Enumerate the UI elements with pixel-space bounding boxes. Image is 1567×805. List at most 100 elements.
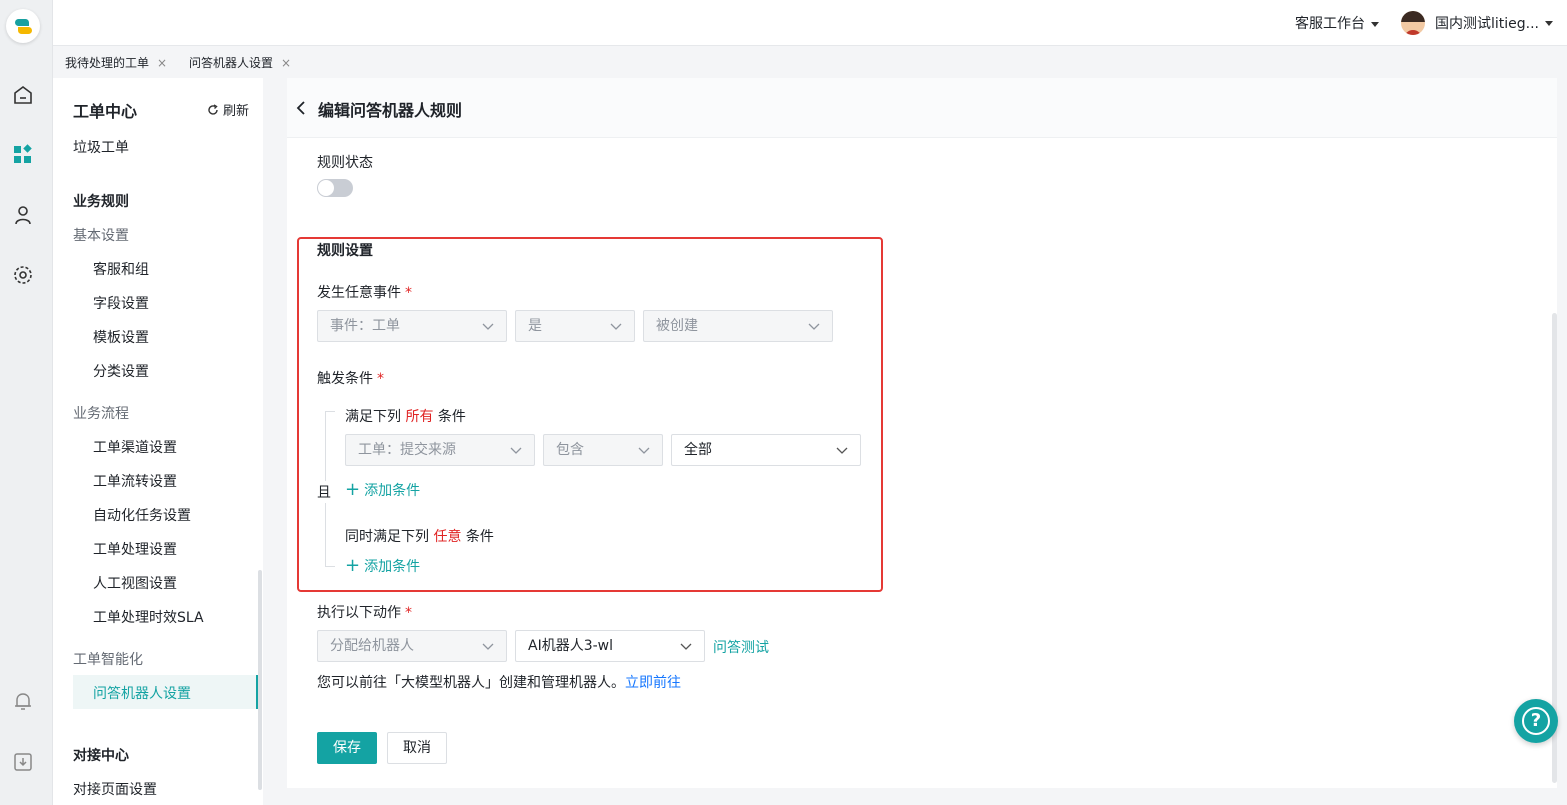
condition-field-select[interactable]: 工单：提交来源 [345,434,535,466]
close-icon[interactable]: × [281,56,291,70]
chevron-down-icon [482,323,494,330]
help-button[interactable]: ? [1514,699,1558,743]
sidebar-item-dock-page[interactable]: 对接页面设置 [73,779,157,799]
tab-qa-robot-settings[interactable]: 问答机器人设置 × [189,54,291,71]
sidebar-section-dock: 对接中心 [73,748,129,764]
action-label: 执行以下动作 * [317,602,412,622]
event-action-select[interactable]: 被创建 [643,310,833,342]
home-icon[interactable] [12,84,34,106]
refresh-icon [208,103,218,115]
action-label-text: 执行以下动作 [317,605,401,621]
avatar [1400,11,1425,35]
sidebar-scrollbar[interactable] [258,570,262,790]
back-arrow-icon[interactable] [293,99,311,117]
plus-icon: + [345,555,361,576]
trigger-label: 触发条件 * [317,368,384,388]
select-value: 被创建 [656,318,698,334]
sidebar-item-channels[interactable]: 工单渠道设置 [93,437,177,457]
plus-icon: + [345,479,361,500]
select-value: 包含 [556,442,584,458]
robot-hint: 您可以前往「大模型机器人」创建和管理机器人。立即前往 [317,672,681,692]
customer-icon[interactable] [12,204,34,226]
sidebar-item-qa-robot[interactable]: 问答机器人设置 [73,675,258,709]
sidebar-title: 工单中心 [73,102,138,121]
required-mark: * [405,285,412,301]
caret-down-icon [1371,21,1379,27]
sidebar-item-sla[interactable]: 工单处理时效SLA [93,607,204,627]
user-name: 国内测试litieg... [1434,16,1539,32]
select-value: 全部 [684,442,712,458]
event-object-select[interactable]: 事件：工单 [317,310,507,342]
any-conditions-heading: 同时满足下列 任意 条件 [345,526,494,546]
add-condition-label: 添加条件 [364,559,421,575]
qa-test-link[interactable]: 问答测试 [713,637,769,657]
workspace-label: 客服工作台 [1295,16,1365,32]
settings-gear-icon[interactable] [12,264,34,286]
sidebar-item-agents[interactable]: 客服和组 [93,259,149,279]
sidebar-item-fields[interactable]: 字段设置 [93,293,149,313]
action-type-select[interactable]: 分配给机器人 [317,630,507,662]
event-operator-select[interactable]: 是 [515,310,635,342]
event-label-text: 发生任意事件 [317,285,401,301]
sidebar-item-views[interactable]: 人工视图设置 [93,573,177,593]
go-now-link[interactable]: 立即前往 [625,675,681,691]
tab-label: 问答机器人设置 [189,56,274,70]
chevron-down-icon [638,447,650,454]
main-content: 编辑问答机器人规则 规则状态 规则设置 发生任意事件 * 事件：工单 是 被创建 … [287,78,1557,788]
user-menu[interactable]: 国内测试litieg... [1400,10,1553,36]
select-value: 工单：提交来源 [358,442,456,458]
sidebar-item-transfer[interactable]: 工单流转设置 [93,471,177,491]
heading-text: 条件 [465,529,494,545]
sidebar-item-automation[interactable]: 自动化任务设置 [93,505,191,525]
any-keyword: 任意 [433,529,462,545]
rule-status-label: 规则状态 [317,155,373,171]
sidebar-item-label: 问答机器人设置 [93,686,191,702]
sidebar: 工单中心 刷新 垃圾工单 业务规则 基本设置 客服和组 字段设置 模板设置 分类… [53,78,263,805]
condition-tree-branch [325,566,335,567]
sidebar-item-categories[interactable]: 分类设置 [93,361,149,381]
condition-tree-branch [325,411,335,412]
tab-pending-tickets[interactable]: 我待处理的工单 × [65,54,167,71]
tab-label: 我待处理的工单 [65,56,150,70]
chevron-down-icon [836,447,848,454]
tabs-bar: 我待处理的工单 × 问答机器人设置 × [53,46,1567,78]
save-button[interactable]: 保存 [317,732,377,764]
sidebar-item-trash[interactable]: 垃圾工单 [73,137,129,157]
and-connector-label[interactable]: 且 [317,481,331,503]
all-conditions-heading: 满足下列 所有 条件 [345,406,466,426]
cancel-button[interactable]: 取消 [387,732,447,764]
chevron-down-icon [510,447,522,454]
bell-icon[interactable] [12,690,34,712]
workspace-dropdown[interactable]: 客服工作台 [1295,13,1379,33]
sidebar-item-handling[interactable]: 工单处理设置 [93,539,177,559]
chevron-down-icon [482,643,494,650]
select-value: AI机器人3-wl [528,638,614,654]
page-header: 编辑问答机器人规则 [287,78,1557,138]
select-value: 事件：工单 [330,318,400,334]
chevron-down-icon [680,643,692,650]
refresh-button[interactable]: 刷新 [207,100,249,119]
add-condition-label: 添加条件 [364,483,421,499]
robot-select[interactable]: AI机器人3-wl [515,630,705,662]
rule-status-toggle[interactable] [317,179,353,197]
event-label: 发生任意事件 * [317,282,412,302]
sidebar-group-ai[interactable]: 工单智能化 [73,649,143,669]
workbench-icon[interactable] [12,144,34,166]
all-keyword: 所有 [405,409,434,425]
sidebar-item-templates[interactable]: 模板设置 [93,327,149,347]
add-condition-all-button[interactable]: + 添加条件 [345,480,420,500]
download-icon[interactable] [12,751,34,773]
caret-down-icon [1545,20,1553,26]
select-value: 分配给机器人 [330,638,414,654]
sidebar-group-flow[interactable]: 业务流程 [73,403,129,423]
condition-operator-select[interactable]: 包含 [543,434,663,466]
required-mark: * [405,605,412,621]
condition-value-select[interactable]: 全部 [671,434,861,466]
sidebar-section-rules: 业务规则 [73,194,129,210]
add-condition-any-button[interactable]: + 添加条件 [345,556,420,576]
sidebar-group-basic[interactable]: 基本设置 [73,225,129,245]
app-logo[interactable] [6,9,40,43]
close-icon[interactable]: × [157,56,167,70]
refresh-label: 刷新 [222,104,249,119]
heading-text: 同时满足下列 [345,529,429,545]
